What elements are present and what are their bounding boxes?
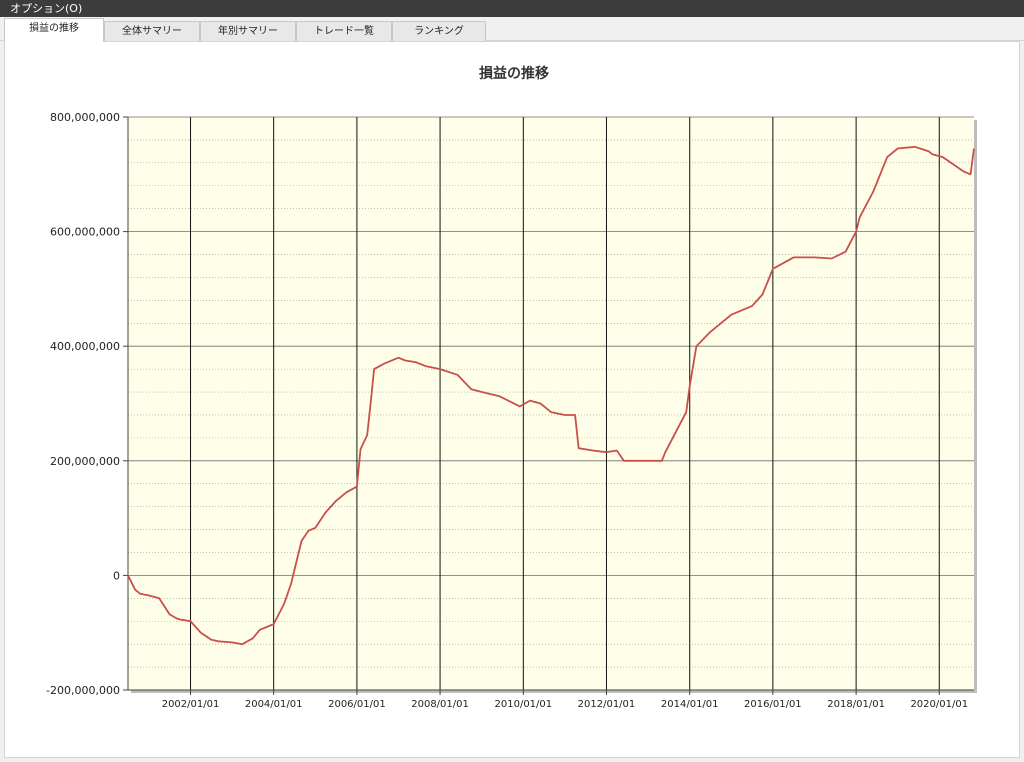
tab-pnl-history[interactable]: 損益の推移 (4, 18, 104, 42)
x-tick-label: 2008/01/01 (411, 699, 469, 710)
plot-area (128, 117, 974, 690)
x-tick-label: 2016/01/01 (744, 699, 802, 710)
x-tick-label: 2018/01/01 (827, 699, 885, 710)
y-tick-label: 400,000,000 (50, 340, 120, 353)
y-tick-label: -200,000,000 (46, 684, 120, 697)
x-tick-label: 2010/01/01 (495, 699, 553, 710)
y-tick-label: 800,000,000 (50, 111, 120, 124)
x-tick-label: 2012/01/01 (578, 699, 636, 710)
x-tick-label: 2006/01/01 (328, 699, 386, 710)
x-tick-label: 2002/01/01 (162, 699, 220, 710)
y-tick-label: 600,000,000 (50, 226, 120, 239)
y-tick-label: 200,000,000 (50, 455, 120, 468)
x-tick-label: 2014/01/01 (661, 699, 719, 710)
chart-title: 損益の推移 (479, 65, 549, 82)
pnl-chart: 損益の推移 800,000,000 600,000,000 400,000,000 2… (46, 65, 977, 710)
x-tick-label: 2020/01/01 (910, 699, 968, 710)
x-tick-label: 2004/01/01 (245, 699, 303, 710)
y-tick-label: 0 (113, 569, 120, 582)
